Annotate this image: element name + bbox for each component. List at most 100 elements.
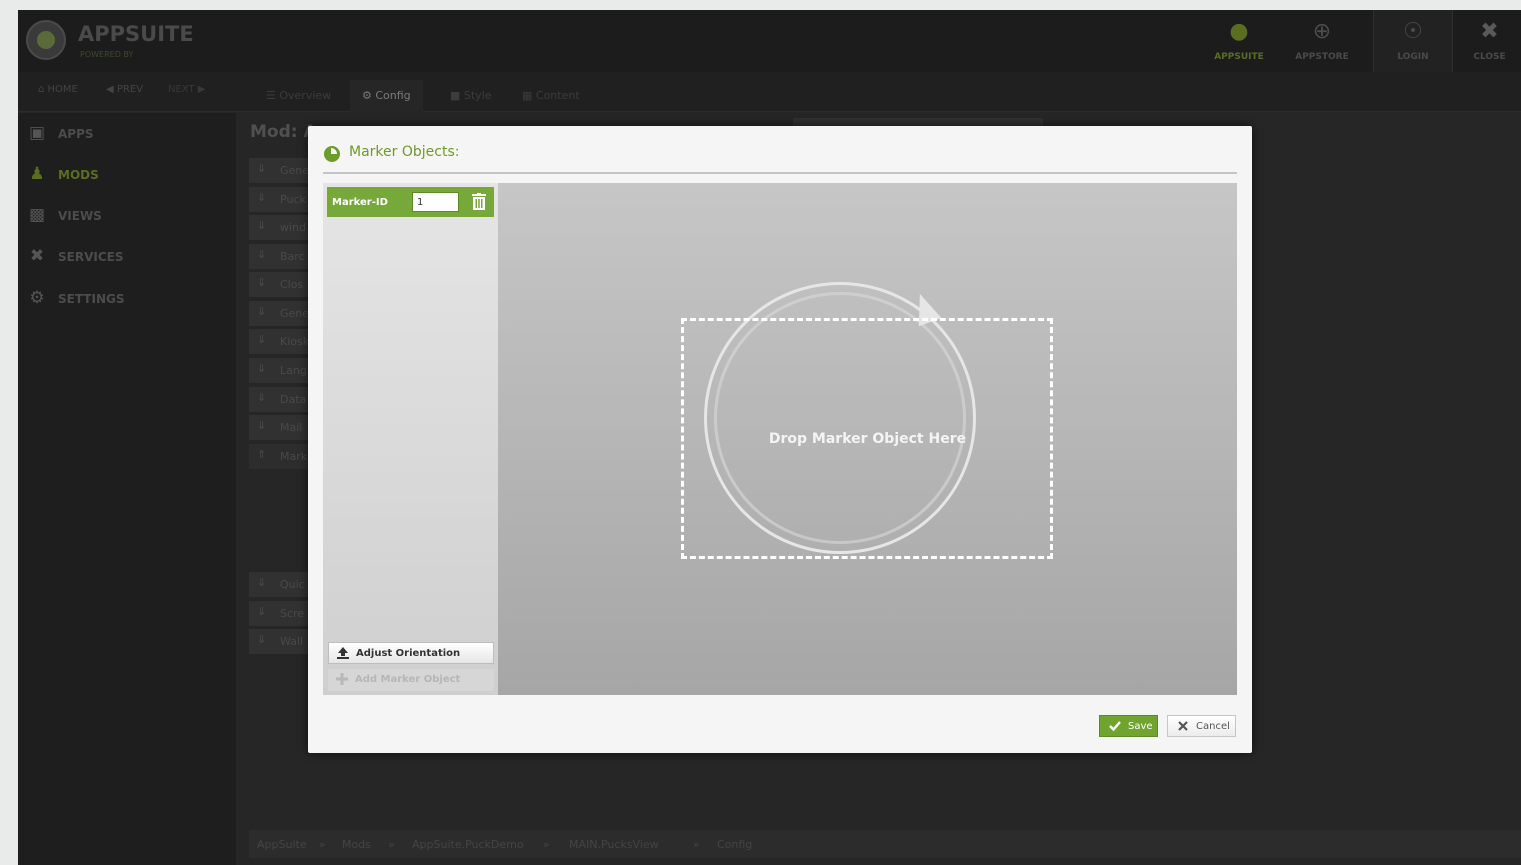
sidebar-item-mods[interactable]: ♟ MODS xyxy=(26,163,226,185)
accordion-label: Data xyxy=(280,393,307,406)
chevron-down-icon: ⇓ xyxy=(257,305,267,318)
appsuite-logo xyxy=(26,20,66,60)
home-icon: ⌂ xyxy=(38,84,48,95)
chevron-down-icon: ⇓ xyxy=(257,362,267,375)
top-header: APPSUITE POWERED BY ● APPSUITE ⊕ APPSTOR… xyxy=(18,10,1521,72)
accordion-label: wind xyxy=(280,221,307,234)
sidebar-item-services[interactable]: ✖ SERVICES xyxy=(26,245,226,267)
breadcrumb: AppSuite » Mods » AppSuite.PuckDemo » MA… xyxy=(249,830,1521,858)
chevron-down-icon: ⇓ xyxy=(257,419,267,432)
accordion-label: Kiosk xyxy=(280,335,310,348)
tab-content[interactable]: ▦ Content xyxy=(510,80,592,112)
accordion-row[interactable]: ⇓ Lang xyxy=(249,358,309,383)
content-icon: ▦ xyxy=(522,89,536,102)
home-label: HOME xyxy=(47,84,78,95)
login-icon: ☉ xyxy=(1403,19,1423,44)
overview-icon: ☰ xyxy=(266,89,280,102)
chevron-up-icon: ⇑ xyxy=(257,448,267,461)
tab-content-label: Content xyxy=(535,89,580,102)
accordion-row[interactable]: ⇓ Gene xyxy=(249,158,309,183)
appsuite-button[interactable]: ● APPSUITE xyxy=(1199,10,1279,72)
accordion-label: Barc xyxy=(280,250,305,263)
login-button[interactable]: ☉ LOGIN xyxy=(1373,10,1453,72)
upload-icon xyxy=(337,647,349,659)
add-marker-object-label: Add Marker Object xyxy=(355,674,461,685)
accordion-row[interactable]: ⇓ Clos xyxy=(249,272,309,297)
page-title: Mod: A xyxy=(250,122,317,142)
sidebar-item-settings[interactable]: ⚙ SETTINGS xyxy=(26,287,226,309)
accordion-row[interactable]: ⇓ Quic xyxy=(249,572,309,597)
mods-icon: ♟ xyxy=(29,164,45,184)
breadcrumb-item[interactable]: MAIN.PucksView xyxy=(569,838,659,851)
close-label: CLOSE xyxy=(1473,52,1506,62)
add-marker-object-button[interactable]: Add Marker Object xyxy=(328,669,494,691)
home-link[interactable]: ⌂ HOME xyxy=(38,84,78,95)
apps-icon: ▣ xyxy=(28,123,46,143)
sidebar-item-label: SERVICES xyxy=(58,250,124,264)
cancel-button[interactable]: Cancel xyxy=(1167,715,1236,737)
adjust-orientation-label: Adjust Orientation xyxy=(356,648,461,659)
prev-link[interactable]: ◀ PREV xyxy=(106,84,143,95)
sidebar: ▣ APPS ♟ MODS ▩ VIEWS ✖ SERVICES ⚙ SETTI… xyxy=(18,113,236,865)
sidebar-item-label: APPS xyxy=(58,127,94,141)
adjust-orientation-button[interactable]: Adjust Orientation xyxy=(328,642,494,664)
tab-overview[interactable]: ☰ Overview xyxy=(254,80,343,112)
accordion-row[interactable]: ⇓ Scre xyxy=(249,601,309,626)
trash-icon[interactable] xyxy=(471,193,487,211)
marker-id-input[interactable] xyxy=(412,192,459,212)
next-link[interactable]: NEXT ▶ xyxy=(168,84,205,95)
appsuite-icon: ● xyxy=(1229,19,1249,44)
save-button[interactable]: Save xyxy=(1099,715,1158,737)
tab-config[interactable]: ⚙ Config xyxy=(350,80,423,112)
login-label: LOGIN xyxy=(1397,52,1429,62)
sidebar-item-views[interactable]: ▩ VIEWS xyxy=(26,204,226,226)
accordion-row[interactable]: ⇓ Puck xyxy=(249,187,309,212)
tab-style-label: Style xyxy=(463,89,492,102)
next-arrow-icon: ▶ xyxy=(194,84,206,95)
breadcrumb-separator: » xyxy=(319,838,326,851)
breadcrumb-separator: » xyxy=(388,838,395,851)
tab-style[interactable]: ■ Style xyxy=(438,80,504,112)
chevron-down-icon: ⇓ xyxy=(257,248,267,261)
services-icon: ✖ xyxy=(29,246,45,266)
accordion-row[interactable]: ⇓ Kiosk xyxy=(249,329,309,354)
sidebar-item-label: VIEWS xyxy=(58,209,102,223)
next-label: NEXT xyxy=(168,84,195,95)
drop-zone-text: Drop Marker Object Here xyxy=(768,431,967,447)
brand-title: APPSUITE xyxy=(78,22,194,46)
marker-drop-area[interactable]: Drop Marker Object Here xyxy=(498,183,1237,695)
dialog-title: Marker Objects: xyxy=(349,144,460,160)
close-icon xyxy=(1178,721,1188,731)
chevron-down-icon: ⇓ xyxy=(257,576,267,589)
appstore-icon: ⊕ xyxy=(1312,19,1332,44)
appstore-button[interactable]: ⊕ APPSTORE xyxy=(1282,10,1362,72)
prev-arrow-icon: ◀ xyxy=(106,84,117,95)
chevron-down-icon: ⇓ xyxy=(257,191,267,204)
close-icon: ✖ xyxy=(1480,19,1499,44)
accordion-label: Clos xyxy=(280,278,304,291)
breadcrumb-item[interactable]: Mods xyxy=(342,838,371,851)
breadcrumb-separator: » xyxy=(543,838,550,851)
marker-row[interactable]: Marker-ID xyxy=(327,187,494,217)
accordion-row[interactable]: ⇓ Data xyxy=(249,387,309,412)
accordion-row[interactable]: ⇓ wind xyxy=(249,215,309,240)
sidebar-item-apps[interactable]: ▣ APPS xyxy=(26,122,226,144)
chevron-down-icon: ⇓ xyxy=(257,276,267,289)
prev-label: PREV xyxy=(116,84,144,95)
cancel-label: Cancel xyxy=(1196,721,1230,732)
marker-list-panel: Marker-ID Adjust Orientation xyxy=(323,183,498,695)
accordion-row[interactable]: ⇓ Gene xyxy=(249,301,309,326)
accordion-row[interactable]: ⇓ Mail xyxy=(249,415,309,440)
brand-subtitle: POWERED BY xyxy=(80,50,134,59)
tab-config-label: Config xyxy=(375,89,411,102)
accordion-row[interactable]: ⇑ Mark xyxy=(249,444,309,469)
marker-id-label: Marker-ID xyxy=(332,197,388,208)
breadcrumb-item[interactable]: AppSuite.PuckDemo xyxy=(412,838,524,851)
breadcrumb-item[interactable]: Config xyxy=(717,838,752,851)
close-button[interactable]: ✖ CLOSE xyxy=(1458,10,1521,72)
breadcrumb-item[interactable]: AppSuite xyxy=(257,838,307,851)
chevron-down-icon: ⇓ xyxy=(257,219,267,232)
accordion-row[interactable]: ⇓ Wall xyxy=(249,629,309,654)
accordion-row[interactable]: ⇓ Barc xyxy=(249,244,309,269)
accordion-label: Puck xyxy=(280,193,306,206)
